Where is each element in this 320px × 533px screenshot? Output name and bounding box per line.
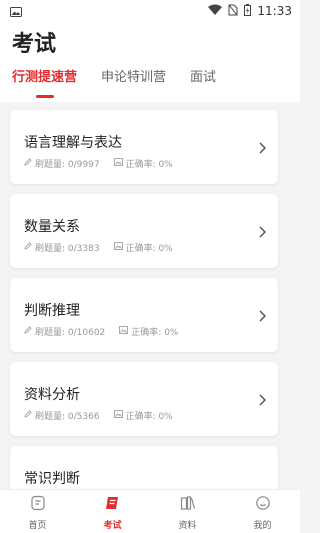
tabbar-label: 考试 bbox=[103, 521, 122, 531]
image-icon bbox=[113, 158, 123, 169]
tabbar-label: 我的 bbox=[253, 521, 272, 531]
tabbar-item-materials[interactable]: 资料 bbox=[150, 490, 225, 533]
edit-icon bbox=[24, 410, 32, 421]
tabbar-item-exam[interactable]: 考试 bbox=[75, 490, 150, 533]
accuracy-rate: 正确率: 0% bbox=[125, 160, 173, 170]
tab-interview[interactable]: 面试 bbox=[190, 70, 216, 98]
home-icon bbox=[30, 495, 46, 515]
page-title: 考试 bbox=[12, 32, 57, 57]
header: 考试 行测提速营 申论特训营 面试 bbox=[0, 22, 300, 102]
tabbar-item-home[interactable]: 首页 bbox=[0, 490, 75, 533]
edit-icon bbox=[24, 242, 32, 253]
course-meta: 刷题量: 0/9997 正确率: 0% bbox=[24, 157, 173, 170]
image-icon bbox=[113, 242, 123, 253]
bottom-tab-bar: 首页 考试 资料 我的 bbox=[0, 489, 300, 533]
tabbar-item-profile[interactable]: 我的 bbox=[225, 490, 300, 533]
exam-icon bbox=[105, 495, 121, 515]
image-icon bbox=[113, 410, 123, 421]
tab-xingce[interactable]: 行测提速营 bbox=[12, 70, 77, 98]
profile-icon bbox=[255, 495, 271, 515]
course-card[interactable]: 判断推理 刷题量: 0/10602 正确率: 0% bbox=[10, 278, 278, 352]
practice-count: 刷题量: 0/10602 bbox=[35, 328, 106, 338]
gallery-notification-icon bbox=[10, 2, 22, 21]
course-meta: 刷题量: 0/10602 正确率: 0% bbox=[24, 325, 178, 338]
wifi-icon bbox=[208, 4, 223, 18]
materials-icon bbox=[180, 495, 196, 515]
tabbar-label: 资料 bbox=[178, 521, 197, 531]
tab-shenlun[interactable]: 申论特训营 bbox=[101, 70, 166, 98]
chevron-right-icon bbox=[259, 391, 267, 410]
chevron-right-icon bbox=[259, 139, 267, 158]
accuracy-rate: 正确率: 0% bbox=[131, 328, 179, 338]
battery-icon bbox=[244, 3, 252, 19]
course-title: 资料分析 bbox=[24, 387, 80, 403]
course-meta: 刷题量: 0/3383 正确率: 0% bbox=[24, 241, 173, 254]
category-tabs: 行测提速营 申论特训营 面试 bbox=[12, 70, 216, 98]
course-card[interactable]: 数量关系 刷题量: 0/3383 正确率: 0% bbox=[10, 194, 278, 268]
chevron-right-icon bbox=[259, 307, 267, 326]
course-card[interactable]: 语言理解与表达 刷题量: 0/9997 正确率: 0% bbox=[10, 110, 278, 184]
accuracy-rate: 正确率: 0% bbox=[125, 244, 173, 254]
accuracy-rate: 正确率: 0% bbox=[125, 412, 173, 422]
practice-count: 刷题量: 0/3383 bbox=[35, 244, 100, 254]
course-title: 数量关系 bbox=[24, 219, 80, 235]
course-card[interactable]: 资料分析 刷题量: 0/5366 正确率: 0% bbox=[10, 362, 278, 436]
course-title: 常识判断 bbox=[24, 471, 80, 487]
chevron-right-icon bbox=[259, 223, 267, 242]
image-icon bbox=[119, 326, 129, 337]
edit-icon bbox=[24, 158, 32, 169]
practice-count: 刷题量: 0/5366 bbox=[35, 412, 100, 422]
status-bar: 11:33 bbox=[0, 0, 300, 22]
course-title: 判断推理 bbox=[24, 303, 80, 319]
edit-icon bbox=[24, 326, 32, 337]
practice-count: 刷题量: 0/9997 bbox=[35, 160, 100, 170]
course-title: 语言理解与表达 bbox=[24, 135, 122, 151]
course-meta: 刷题量: 0/5366 正确率: 0% bbox=[24, 409, 173, 422]
tabbar-label: 首页 bbox=[28, 521, 47, 531]
status-time: 11:33 bbox=[257, 4, 292, 18]
no-sim-icon bbox=[228, 4, 238, 19]
